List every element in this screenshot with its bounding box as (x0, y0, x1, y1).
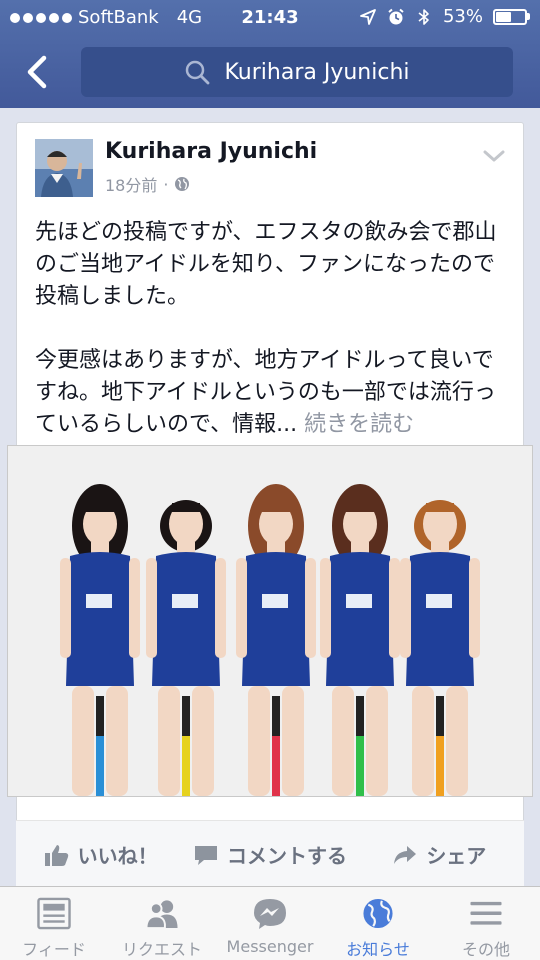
back-button[interactable] (18, 52, 56, 92)
share-arrow-icon (394, 845, 417, 864)
bluetooth-icon (418, 8, 429, 25)
post-paragraph-2-text: 今更感はありますが、地方アイドルって良いですね。地下アイドルというのも一部では流… (35, 348, 496, 437)
tab-label: お知らせ (346, 940, 410, 959)
status-indicators: 53% (359, 6, 530, 27)
notifications-globe-icon (363, 898, 393, 929)
navigation-header: SoftBank 4G 21:43 53% Kurihara Jyunichi (0, 0, 540, 108)
friend-requests-icon (145, 900, 178, 930)
tab-label: リクエスト (121, 940, 202, 959)
tab-friend-requests[interactable]: リクエスト (108, 887, 216, 960)
news-feed-icon (37, 897, 71, 930)
profile-photo-icon (35, 139, 93, 197)
like-button[interactable]: いいね！ (16, 840, 185, 869)
tab-messenger[interactable]: Messenger (216, 887, 324, 960)
post-meta: 18分前 · (105, 172, 190, 196)
tab-label: Messenger (226, 937, 314, 956)
share-label: シェア (426, 844, 487, 868)
tab-label: フィード (22, 940, 86, 959)
avatar[interactable] (35, 139, 93, 197)
alarm-clock-icon (388, 8, 404, 24)
tab-label: その他 (461, 940, 510, 959)
like-label: いいね！ (77, 844, 158, 868)
thumbs-up-icon (44, 844, 68, 866)
author-name[interactable]: Kurihara Jyunichi (105, 139, 317, 164)
location-arrow-icon (360, 8, 376, 25)
battery-icon (493, 8, 530, 25)
tab-news-feed[interactable]: フィード (0, 887, 108, 960)
post-timestamp[interactable]: 18分前 (105, 172, 157, 196)
search-icon (186, 60, 210, 85)
messenger-icon (254, 899, 286, 929)
search-text: Kurihara Jyunichi (224, 59, 410, 85)
search-input[interactable]: Kurihara Jyunichi (81, 47, 513, 97)
chevron-down-icon[interactable] (483, 149, 505, 163)
share-button[interactable]: シェア (355, 840, 524, 869)
post-body: 先ほどの投稿ですが、エフスタの飲み会で郡山のご当地アイドルを知り、ファンになった… (35, 217, 513, 441)
tab-notifications[interactable]: お知らせ (324, 887, 432, 960)
more-menu-icon (470, 901, 502, 925)
meta-separator: · (163, 174, 169, 194)
comment-label: コメントする (226, 844, 347, 868)
battery-percentage: 53% (442, 6, 483, 27)
post-photo[interactable] (7, 445, 533, 797)
globe-icon (175, 177, 190, 191)
post-paragraph-1: 先ほどの投稿ですが、エフスタの飲み会で郡山のご当地アイドルを知り、ファンになった… (35, 220, 497, 309)
bottom-tab-bar: フィード リクエスト Messenger お知らせ その他 (0, 886, 540, 960)
post-paragraph-2: 今更感はありますが、地方アイドルって良いですね。地下アイドルというのも一部では流… (35, 345, 513, 441)
comment-button[interactable]: コメントする (185, 840, 354, 869)
read-more-link[interactable]: 続きを読む (304, 412, 414, 437)
group-photo-image (8, 446, 532, 796)
post-action-bar: いいね！ コメントする シェア (16, 820, 524, 888)
status-bar: SoftBank 4G 21:43 53% (0, 0, 540, 36)
tab-more[interactable]: その他 (432, 887, 540, 960)
comment-bubble-icon (194, 845, 217, 865)
